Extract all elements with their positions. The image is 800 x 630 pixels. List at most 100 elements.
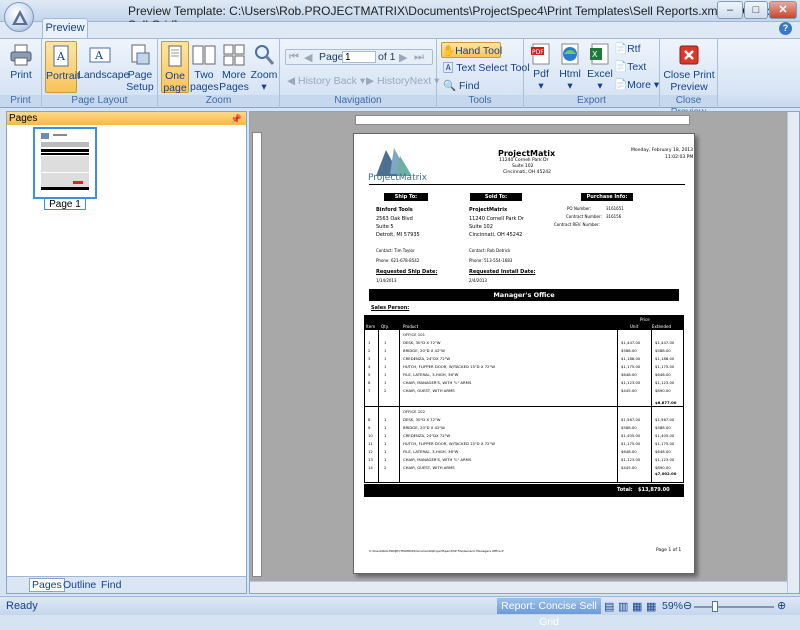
purchase-info-header: Purchase Info: [581, 193, 633, 201]
table-cell-product: HUTCH, FLIPPER DOOR, W/TACKED 15"D X 72"… [403, 441, 495, 446]
history-next-button[interactable]: ▶ HistoryNext ▾ [366, 73, 439, 89]
close-window-button[interactable]: ✕ [769, 1, 797, 19]
ship-address-2: Suite 5 [376, 224, 394, 230]
company-address-2: Suite 102 [512, 164, 534, 169]
table-cell-extended: $1,123.00 [655, 457, 675, 462]
view-single-icon[interactable]: ▤ [604, 600, 614, 613]
report-time: 11:02:03 PM [665, 155, 694, 160]
group-1-subtotal: $6,877.00 [655, 400, 677, 405]
history-back-button[interactable]: ◀ History Back ▾ [287, 73, 365, 89]
preview-area[interactable]: ProjectMatrix ProjectMatix 11240 Cornell… [249, 111, 800, 594]
page-label: Page [319, 51, 344, 63]
maximize-button[interactable]: □ [744, 1, 768, 19]
text-select-tool-button[interactable]: 🄰 Text Select Tool [443, 60, 530, 76]
next-page-icon[interactable]: ▶ [399, 51, 407, 64]
text-select-icon: 🄰 [443, 62, 454, 74]
horizontal-scrollbar[interactable] [250, 581, 787, 593]
export-excel-button[interactable]: X Excel ▾ [585, 42, 615, 92]
pages-panel: Pages 📌 Page 1 Pages Outline Find [6, 111, 247, 594]
last-page-icon[interactable]: ⏭ [414, 51, 424, 64]
app-menu-button[interactable] [4, 2, 34, 32]
zoom-slider-track[interactable] [694, 606, 774, 608]
group-label-tools: Tools [437, 95, 523, 107]
requested-install-date: 2/4/2013 [469, 278, 487, 283]
export-rtf-button[interactable]: 📄Rtf [614, 41, 641, 57]
close-preview-button[interactable]: Close Print Preview [662, 43, 716, 93]
table-cell-item: 3 [368, 356, 371, 361]
table-cell-extended: $648.00 [655, 372, 671, 377]
tab-preview[interactable]: Preview [42, 18, 88, 38]
portrait-label: Portrait [46, 70, 80, 82]
hand-tool-button[interactable]: ✋Hand Tool [441, 42, 502, 58]
total-bar [364, 484, 684, 497]
landscape-button[interactable]: A Landscape [78, 43, 129, 81]
requested-install-label: Requested Install Date: [469, 269, 536, 275]
table-cell-item: 14 [368, 465, 373, 470]
table-cell-qty: 2 [384, 465, 387, 470]
close-preview-icon [679, 45, 699, 65]
contract-rev-label: Contract REV. Number: [554, 222, 600, 227]
table-cell-item: 13 [368, 457, 373, 462]
report-name-badge: Report: Concise Sell Grid [497, 598, 601, 628]
find-button[interactable]: 🔍 Find [443, 78, 479, 94]
group-zoom: One page Two pages More Pages ▾ Zoom▾ Zo… [158, 39, 280, 108]
table-cell-extended: $890.00 [655, 388, 671, 393]
first-page-icon[interactable]: ⏮ [289, 51, 299, 64]
zoom-in-icon[interactable]: ⊕ [777, 599, 786, 612]
table-cell-extended: $588.00 [655, 425, 671, 430]
contract-label: Contract Number: [566, 214, 602, 219]
excel-icon: X [590, 43, 609, 65]
page-setup-label-2: Setup [126, 81, 154, 93]
tab-find[interactable]: Find [101, 579, 121, 591]
page-setup-button[interactable]: Page Setup [124, 43, 156, 93]
print-button[interactable]: Print [5, 43, 37, 81]
more-pages-icon [223, 44, 245, 66]
table-cell-product: CHAIR, GUEST, WITH ARMS [403, 465, 455, 470]
table-cell-item: 6 [368, 380, 371, 385]
export-html-button[interactable]: Html ▾ [555, 42, 585, 92]
zoom-slider-thumb[interactable] [712, 601, 718, 612]
history-next-label: HistoryNext [377, 75, 432, 87]
one-page-button[interactable]: One page [161, 41, 189, 94]
view-double-icon[interactable]: ▥ [618, 600, 628, 613]
export-pdf-button[interactable]: PDF Pdf ▾ [527, 42, 555, 92]
ribbon-tab-row [0, 22, 800, 38]
ship-to-header: Ship To: [384, 193, 428, 201]
landscape-label: Landscape [78, 69, 130, 81]
more-pages-label-2: Pages [219, 81, 249, 93]
find-icon: 🔍 [443, 80, 457, 92]
hand-icon: ✋ [442, 45, 456, 57]
page-number-input[interactable]: 1 [342, 51, 376, 63]
minimize-button[interactable]: – [717, 1, 743, 19]
report-date: Monday, February 18, 2013 [631, 148, 694, 153]
contract-number: 316156 [606, 214, 622, 219]
page-setup-label-1: Page [127, 69, 153, 81]
table-cell-item: 10 [368, 433, 373, 438]
vertical-scrollbar[interactable] [787, 112, 799, 593]
zoom-out-icon[interactable]: ⊖ [683, 599, 692, 612]
view-grid-icon[interactable]: ▦ [646, 600, 656, 613]
table-cell-product: CHAIR, MANAGER'S, WITH "L" ARMS [403, 457, 472, 462]
view-multi-icon[interactable]: ▦ [632, 600, 642, 613]
ship-contact: Contact: Tim Taylor [376, 248, 415, 253]
tab-pages[interactable]: Pages [29, 578, 65, 592]
one-page-label-1: One [165, 70, 185, 82]
zoom-button[interactable]: Zoom ▾ [250, 43, 278, 93]
portrait-button[interactable]: A Portrait [45, 41, 80, 93]
export-text-button[interactable]: 📄Text [614, 59, 646, 75]
page-thumbnail[interactable] [33, 127, 97, 199]
two-pages-button[interactable]: Two pages [190, 43, 219, 93]
page-thumbnail-label: Page 1 [44, 198, 86, 210]
pin-icon[interactable]: 📌 [231, 113, 242, 126]
export-more-button[interactable]: 📄More ▾ [614, 77, 659, 93]
one-page-icon [168, 45, 182, 67]
svg-text:A: A [56, 50, 66, 63]
status-bar: Ready Report: Concise Sell Grid ▤ ▥ ▦ ▦ … [0, 596, 800, 628]
tab-outline[interactable]: Outline [63, 579, 96, 591]
pdf-label: Pdf [533, 68, 549, 80]
group-label-zoom: Zoom [158, 95, 279, 107]
table-cell-product: FILE, LATERAL, 3-HIGH, 36"W [403, 372, 459, 377]
prev-page-icon[interactable]: ◀ [304, 51, 312, 64]
help-icon[interactable]: ? [779, 22, 792, 35]
company-address-3: Cincinnati, OH 45242 [503, 170, 551, 175]
